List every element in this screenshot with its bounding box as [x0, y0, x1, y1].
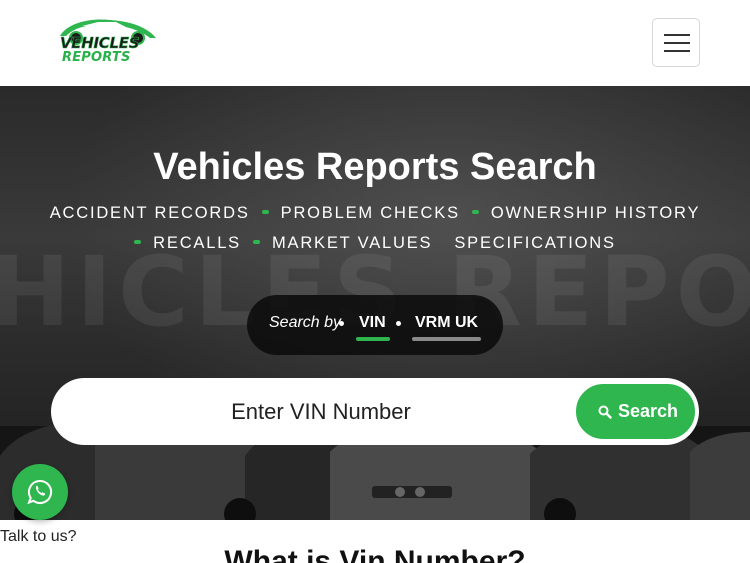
talk-to-us-label: Talk to us? [0, 528, 77, 545]
search-by-option-vin[interactable]: VIN [359, 314, 386, 332]
search-button-label: Search [618, 401, 679, 421]
hero-title: Vehicles Reports Search [153, 146, 597, 188]
menu-bar-icon [664, 42, 690, 44]
feature-item: SPECIFICATIONS [454, 234, 616, 252]
hamburger-menu-button[interactable] [652, 18, 700, 67]
dash-icon [471, 210, 479, 215]
site-header: VEHICLES REPORTS [0, 0, 750, 86]
feature-item: MARKET VALUES [271, 234, 433, 252]
logo-text-reports: REPORTS [62, 50, 131, 65]
feature-item: ACCIDENT RECORDS [49, 204, 250, 222]
search-button[interactable]: Search [574, 382, 697, 441]
hero-section: HICLES REPO Vehicles Reports Search ACCI… [0, 86, 750, 520]
feature-item: RECALLS [153, 234, 241, 252]
features-row-2: RECALLS MARKET VALUES SPECIFICATIONS [0, 234, 750, 253]
features-row-1: ACCIDENT RECORDS PROBLEM CHECKS OWNERSHIP … [0, 204, 750, 223]
vrm-underline [412, 337, 481, 341]
vin-search-input[interactable] [111, 390, 531, 433]
search-icon [598, 405, 612, 419]
dash-icon [134, 240, 142, 245]
section-heading: What is Vin Number? [224, 545, 526, 563]
vin-active-underline [356, 337, 390, 341]
menu-bar-icon [664, 34, 690, 36]
site-logo[interactable]: VEHICLES REPORTS [54, 14, 162, 68]
dash-icon [261, 210, 269, 215]
separator-dot-icon [339, 321, 344, 326]
separator-dot-icon [396, 321, 401, 326]
search-by-option-vrm-uk[interactable]: VRM UK [415, 314, 478, 332]
feature-item: PROBLEM CHECKS [280, 204, 460, 222]
vin-search-bar: Search [51, 378, 699, 445]
menu-bar-icon [664, 50, 690, 52]
whatsapp-chat-button[interactable] [12, 464, 68, 520]
whatsapp-icon [27, 479, 53, 505]
search-by-label: Search by [269, 314, 342, 331]
dash-icon [252, 240, 260, 245]
feature-item: OWNERSHIP HISTORY [490, 204, 701, 222]
